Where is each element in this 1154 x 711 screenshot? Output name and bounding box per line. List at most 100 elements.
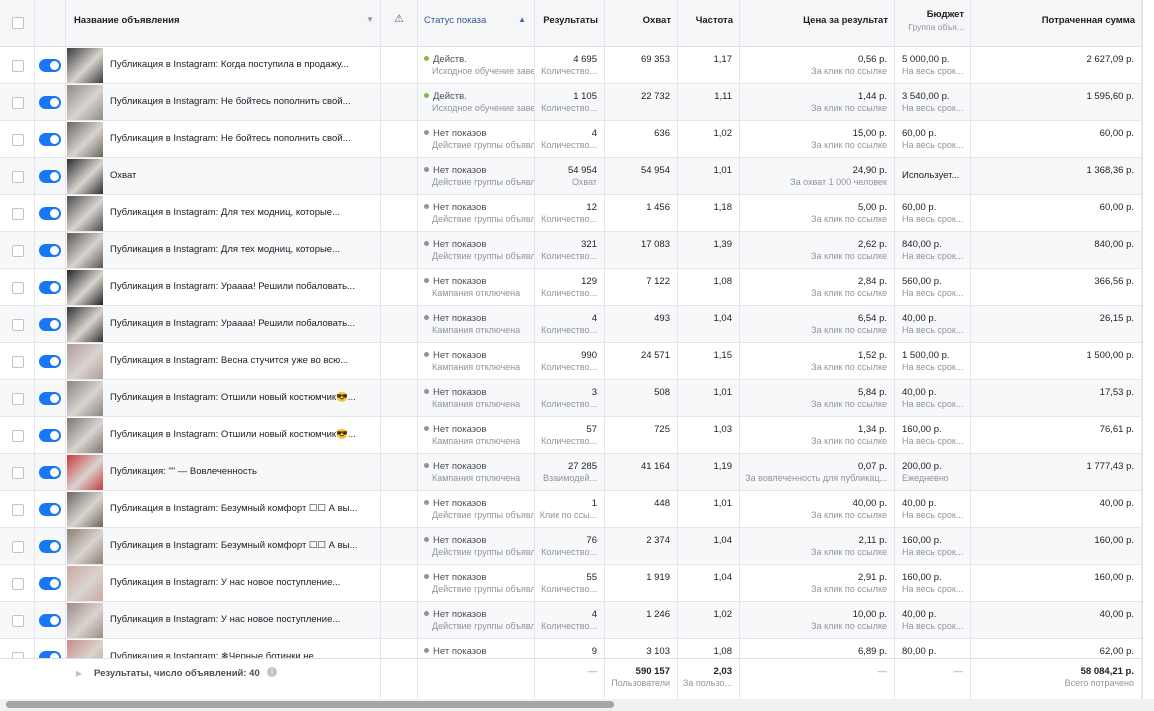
row-checkbox-cell[interactable] xyxy=(0,121,35,157)
ad-name-cell[interactable]: Публикация в Instagram: Ураааа! Решили п… xyxy=(104,269,381,305)
row-checkbox[interactable] xyxy=(12,208,24,220)
table-row[interactable]: Охват Нет показов Действие группы объявле 5… xyxy=(0,158,1154,195)
ad-on-off-toggle[interactable] xyxy=(39,244,61,257)
header-checkbox-cell[interactable] xyxy=(0,0,35,46)
ad-on-off-toggle[interactable] xyxy=(39,392,61,405)
header-status[interactable]: Статус показа ▲ xyxy=(418,0,535,46)
header-warning[interactable]: ⚠ xyxy=(381,0,418,46)
ad-name[interactable]: Публикация в Instagram: Отшили новый кос… xyxy=(110,392,356,403)
row-toggle-cell[interactable] xyxy=(35,232,66,268)
header-cost[interactable]: Цена за результат xyxy=(740,0,895,46)
table-row[interactable]: Публикация в Instagram: Для тех модниц, … xyxy=(0,232,1154,269)
ad-name-cell[interactable]: Публикация в Instagram: Не бойтесь попол… xyxy=(104,84,381,120)
table-row[interactable]: Публикация в Instagram: У нас новое пост… xyxy=(0,565,1154,602)
header-reach[interactable]: Охват xyxy=(605,0,678,46)
ad-name-cell[interactable]: Публикация в Instagram: Для тех модниц, … xyxy=(104,232,381,268)
ad-name[interactable]: Публикация в Instagram: У нас новое пост… xyxy=(110,577,340,588)
header-name[interactable]: Название объявления ▼ xyxy=(66,0,381,46)
ad-name[interactable]: Публикация в Instagram: Ураааа! Решили п… xyxy=(110,318,355,329)
ad-name[interactable]: Публикация в Instagram: Безумный комфорт… xyxy=(110,503,357,514)
ad-on-off-toggle[interactable] xyxy=(39,281,61,294)
row-checkbox-cell[interactable] xyxy=(0,417,35,453)
ad-name-cell[interactable]: Публикация в Instagram: Ураааа! Решили п… xyxy=(104,306,381,342)
row-checkbox[interactable] xyxy=(12,245,24,257)
table-row[interactable]: Публикация в Instagram: Весна стучится у… xyxy=(0,343,1154,380)
row-toggle-cell[interactable] xyxy=(35,84,66,120)
ad-name[interactable]: Публикация в Instagram: Для тех модниц, … xyxy=(110,207,340,218)
row-toggle-cell[interactable] xyxy=(35,454,66,490)
table-row[interactable]: Публикация в Instagram: Отшили новый кос… xyxy=(0,380,1154,417)
row-toggle-cell[interactable] xyxy=(35,47,66,83)
header-budget[interactable]: Бюджет Группа объя... xyxy=(895,0,971,46)
ad-name-cell[interactable]: Публикация в Instagram: Для тех модниц, … xyxy=(104,195,381,231)
ad-on-off-toggle[interactable] xyxy=(39,577,61,590)
ad-name-cell[interactable]: Публикация в Instagram: Отшили новый кос… xyxy=(104,380,381,416)
row-checkbox-cell[interactable] xyxy=(0,158,35,194)
ad-on-off-toggle[interactable] xyxy=(39,466,61,479)
table-row[interactable]: Публикация в Instagram: У нас новое пост… xyxy=(0,602,1154,639)
ad-name-cell[interactable]: Публикация в Instagram: Не бойтесь попол… xyxy=(104,121,381,157)
row-checkbox[interactable] xyxy=(12,97,24,109)
row-toggle-cell[interactable] xyxy=(35,121,66,157)
horizontal-scrollbar[interactable] xyxy=(0,699,1154,711)
ad-name-cell[interactable]: Охват xyxy=(104,158,381,194)
row-toggle-cell[interactable] xyxy=(35,491,66,527)
sort-down-icon[interactable]: ▼ xyxy=(366,15,374,24)
ad-name[interactable]: Публикация в Instagram: Весна стучится у… xyxy=(110,355,348,366)
row-toggle-cell[interactable] xyxy=(35,158,66,194)
table-row[interactable]: Публикация: "" — Вовлеченность Нет показо… xyxy=(0,454,1154,491)
row-checkbox[interactable] xyxy=(12,356,24,368)
row-checkbox-cell[interactable] xyxy=(0,47,35,83)
row-checkbox[interactable] xyxy=(12,430,24,442)
row-checkbox[interactable] xyxy=(12,134,24,146)
table-row[interactable]: Публикация в Instagram: Не бойтесь попол… xyxy=(0,84,1154,121)
table-row[interactable]: Публикация в Instagram: Для тех модниц, … xyxy=(0,195,1154,232)
select-all-checkbox[interactable] xyxy=(12,17,24,29)
row-checkbox[interactable] xyxy=(12,615,24,627)
table-row[interactable]: Публикация в Instagram: Безумный комфорт… xyxy=(0,491,1154,528)
row-checkbox-cell[interactable] xyxy=(0,491,35,527)
row-checkbox-cell[interactable] xyxy=(0,306,35,342)
row-checkbox-cell[interactable] xyxy=(0,343,35,379)
ad-name[interactable]: Публикация в Instagram: Отшили новый кос… xyxy=(110,429,356,440)
ad-name-cell[interactable]: Публикация в Instagram: Безумный комфорт… xyxy=(104,528,381,564)
ad-name[interactable]: Публикация в Instagram: У нас новое пост… xyxy=(110,614,340,625)
row-checkbox-cell[interactable] xyxy=(0,528,35,564)
row-checkbox[interactable] xyxy=(12,467,24,479)
row-checkbox[interactable] xyxy=(12,504,24,516)
row-checkbox-cell[interactable] xyxy=(0,454,35,490)
row-toggle-cell[interactable] xyxy=(35,565,66,601)
ad-name-cell[interactable]: Публикация в Instagram: У нас новое пост… xyxy=(104,565,381,601)
row-toggle-cell[interactable] xyxy=(35,602,66,638)
row-checkbox[interactable] xyxy=(12,393,24,405)
row-checkbox[interactable] xyxy=(12,171,24,183)
row-checkbox[interactable] xyxy=(12,578,24,590)
table-row[interactable]: Публикация в Instagram: Безумный комфорт… xyxy=(0,528,1154,565)
ad-on-off-toggle[interactable] xyxy=(39,170,61,183)
table-row[interactable]: Публикация в Instagram: Отшили новый кос… xyxy=(0,417,1154,454)
ad-name[interactable]: Публикация: "" — Вовлеченность xyxy=(110,466,257,477)
ad-on-off-toggle[interactable] xyxy=(39,614,61,627)
row-toggle-cell[interactable] xyxy=(35,343,66,379)
row-checkbox[interactable] xyxy=(12,60,24,72)
table-row[interactable]: Публикация в Instagram: Ураааа! Решили п… xyxy=(0,306,1154,343)
ad-on-off-toggle[interactable] xyxy=(39,318,61,331)
expand-chevron-icon[interactable]: ▶ xyxy=(76,669,82,678)
ad-on-off-toggle[interactable] xyxy=(39,503,61,516)
ad-name[interactable]: Публикация в Instagram: Не бойтесь попол… xyxy=(110,96,351,107)
ad-name[interactable]: Публикация в Instagram: Ураааа! Решили п… xyxy=(110,281,355,292)
ad-name-cell[interactable]: Публикация в Instagram: Весна стучится у… xyxy=(104,343,381,379)
row-checkbox[interactable] xyxy=(12,319,24,331)
table-row[interactable]: Публикация в Instagram: Когда поступила … xyxy=(0,47,1154,84)
row-checkbox-cell[interactable] xyxy=(0,84,35,120)
ad-name[interactable]: Публикация в Instagram: Для тех модниц, … xyxy=(110,244,340,255)
row-toggle-cell[interactable] xyxy=(35,528,66,564)
row-checkbox[interactable] xyxy=(12,541,24,553)
row-checkbox-cell[interactable] xyxy=(0,269,35,305)
ad-on-off-toggle[interactable] xyxy=(39,540,61,553)
ad-on-off-toggle[interactable] xyxy=(39,355,61,368)
row-toggle-cell[interactable] xyxy=(35,195,66,231)
header-frequency[interactable]: Частота xyxy=(678,0,740,46)
ad-name[interactable]: Публикация в Instagram: Безумный комфорт… xyxy=(110,540,357,551)
row-checkbox-cell[interactable] xyxy=(0,565,35,601)
